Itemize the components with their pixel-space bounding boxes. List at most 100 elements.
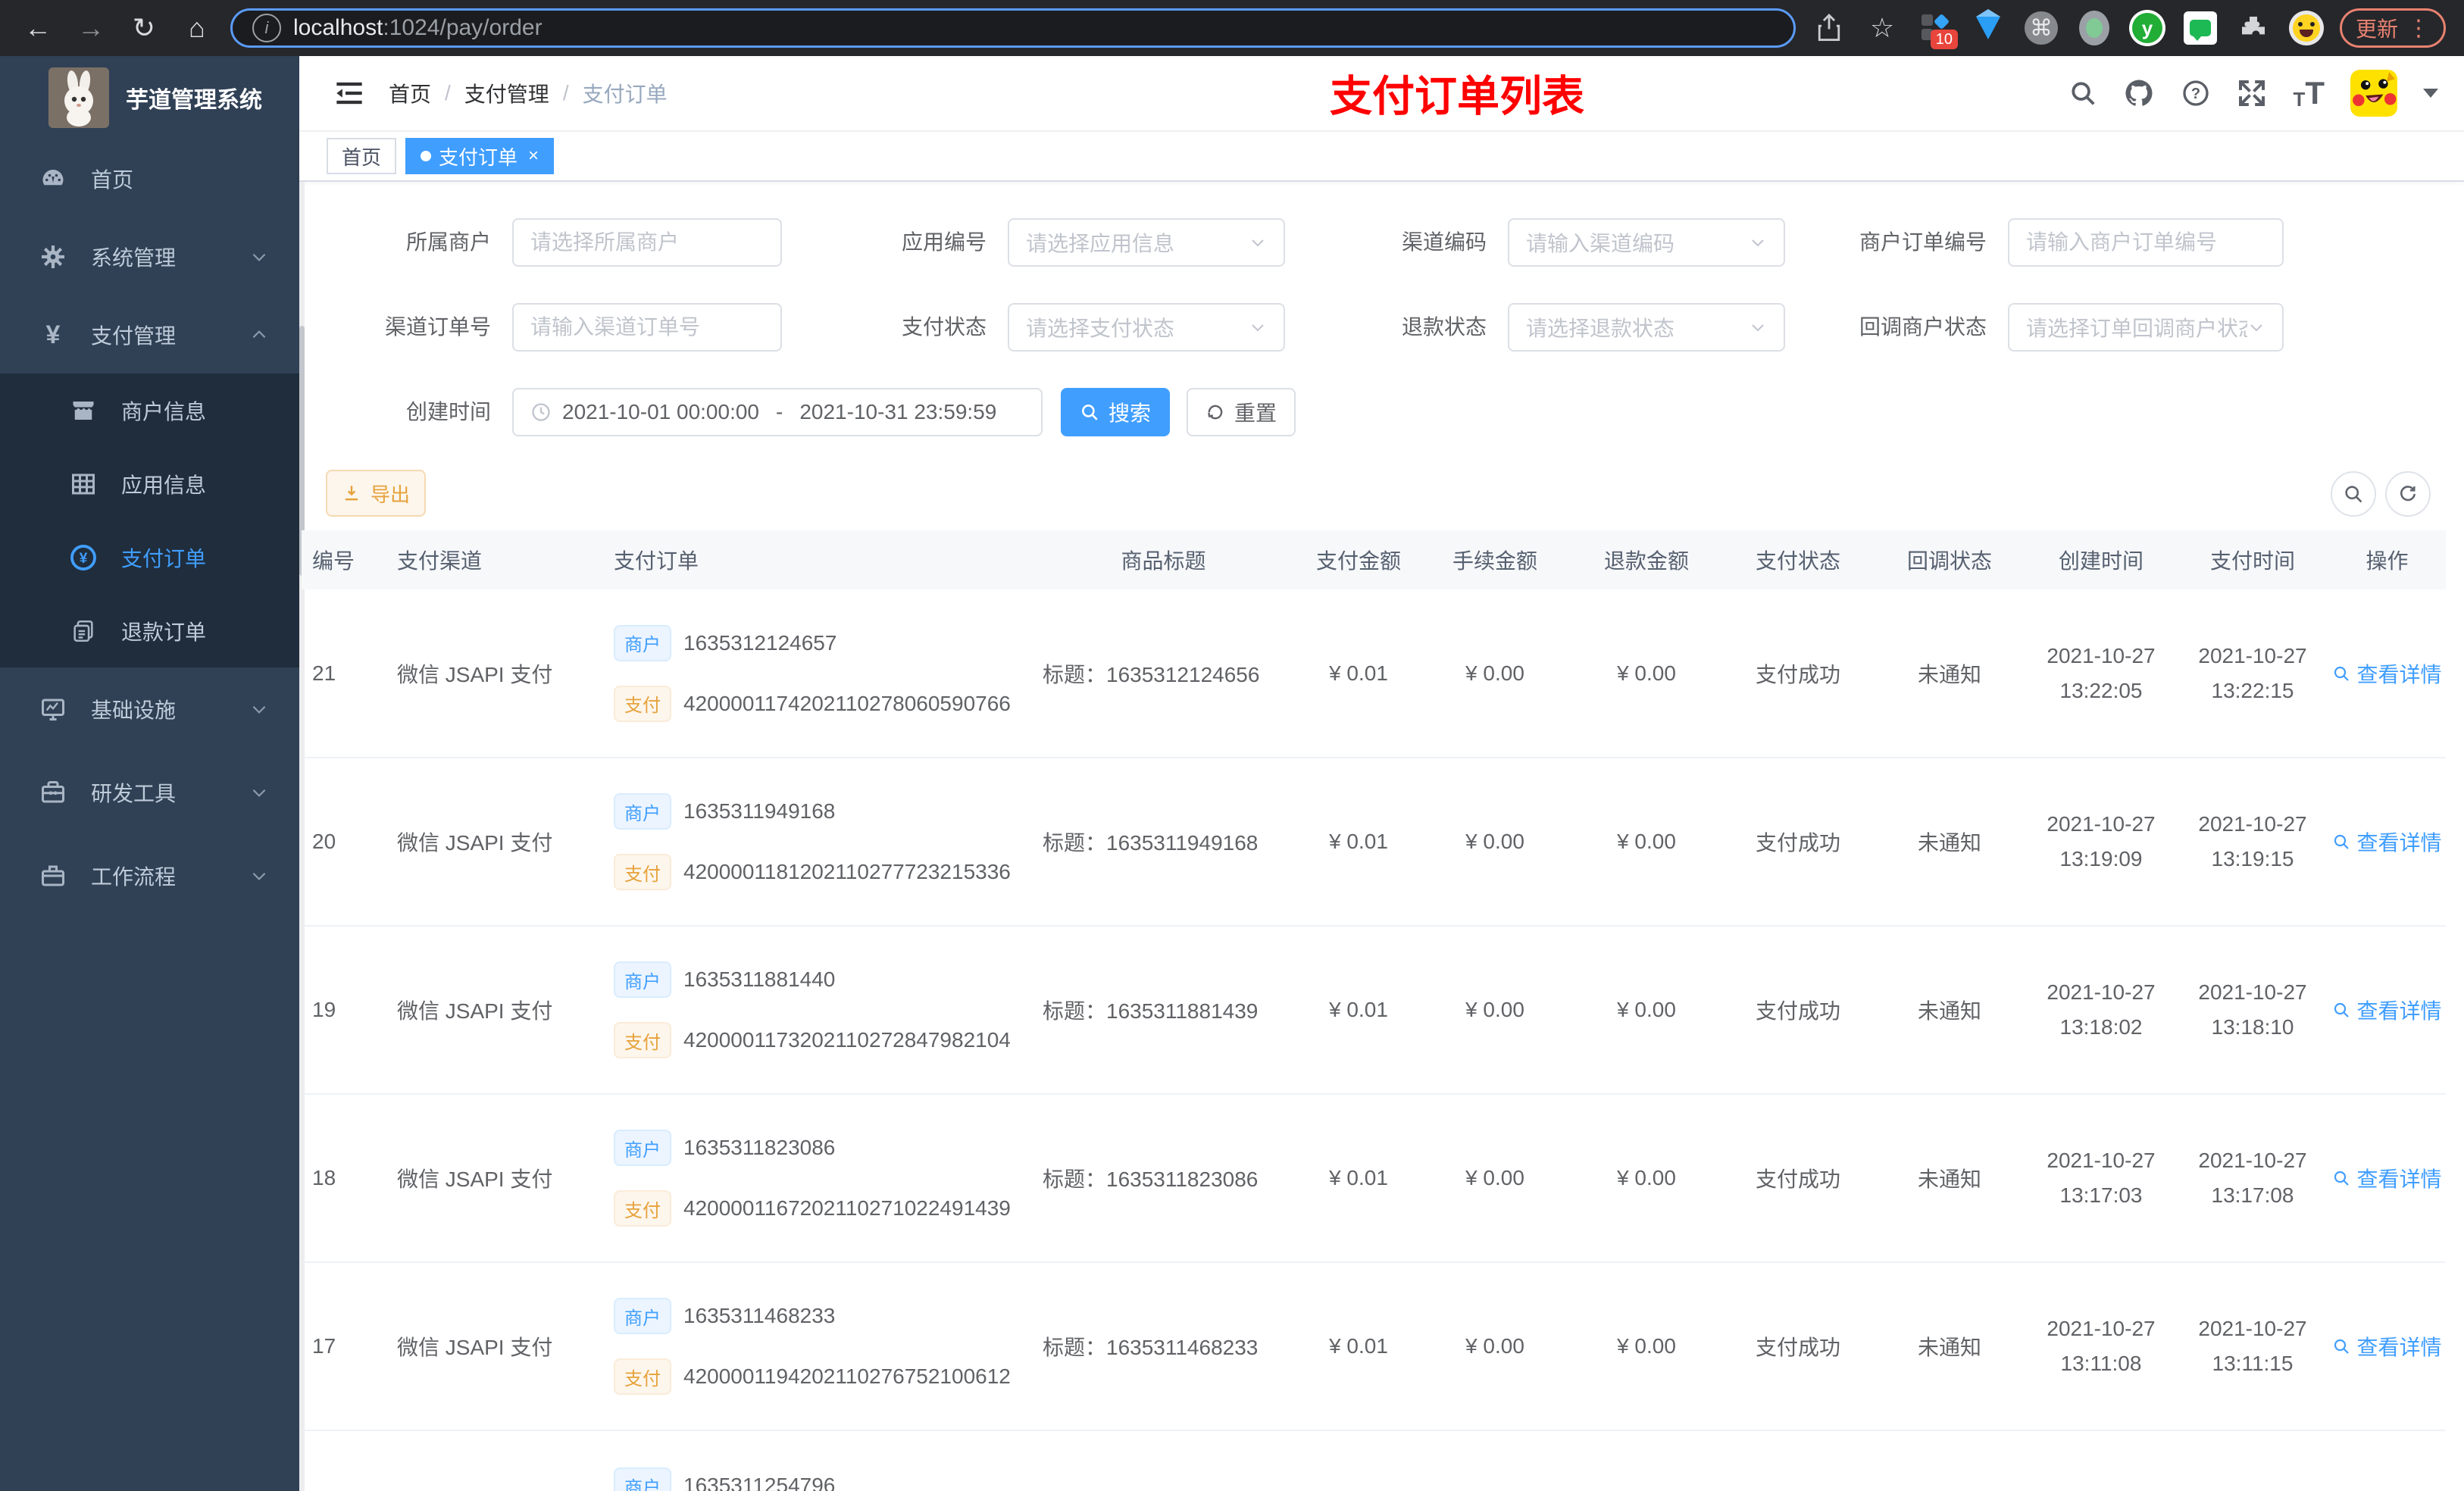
- browser-back-button[interactable]: ←: [18, 8, 58, 48]
- close-icon[interactable]: ×: [528, 145, 539, 167]
- reset-button[interactable]: 重置: [1187, 388, 1296, 436]
- pay-status-text: 支付成功: [1755, 1336, 1840, 1359]
- github-icon[interactable]: [2123, 77, 2155, 109]
- yen-circle-icon: ¥: [67, 543, 100, 572]
- chevron-down-icon: [1249, 318, 1267, 336]
- create-time-range-picker[interactable]: 2021-10-01 00:00:00 - 2021-10-31 23:59:5…: [512, 388, 1043, 436]
- export-button[interactable]: 导出: [326, 470, 426, 517]
- search-button[interactable]: 搜索: [1061, 388, 1170, 436]
- col-header-callback-status: 回调状态: [1874, 530, 2025, 589]
- view-detail-link[interactable]: 查看详情: [2332, 1163, 2442, 1193]
- table-row: 20 微信 JSAPI 支付 商户 1635311949168 支付 4200001…: [302, 758, 2446, 926]
- url-host: localhost: [293, 15, 383, 40]
- app-title: 芋道管理系统: [126, 88, 262, 113]
- shop-icon: [67, 397, 100, 424]
- extension-command-icon[interactable]: ⌘: [2022, 8, 2061, 48]
- sidebar-collapse-icon[interactable]: [327, 70, 372, 116]
- document-icon: [67, 618, 100, 644]
- chevron-down-icon: [1749, 233, 1767, 252]
- merchant-filter-input[interactable]: [512, 218, 782, 267]
- navbar-actions: ? TT: [2068, 56, 2438, 130]
- font-size-icon[interactable]: TT: [2293, 77, 2325, 110]
- merchant-tag: 商户: [614, 793, 671, 830]
- url-path: :1024/pay/order: [383, 15, 543, 40]
- pay-status-text: 支付成功: [1755, 831, 1840, 855]
- col-header-pay-order: 支付订单: [605, 530, 1029, 589]
- filter-label-channel-code: 渠道编码: [1401, 230, 1487, 254]
- logo-avatar: [48, 67, 109, 128]
- extension-grid-icon[interactable]: 10: [1915, 8, 1958, 49]
- pay-status-text: 支付成功: [1755, 1167, 1840, 1191]
- extension-gem-icon[interactable]: [1968, 8, 2008, 48]
- extension-recorder-icon[interactable]: [2075, 8, 2114, 48]
- app-logo: 芋道管理系统: [0, 56, 299, 139]
- browser-home-button[interactable]: ⌂: [177, 8, 217, 48]
- breadcrumb-home[interactable]: 首页: [389, 78, 431, 108]
- fullscreen-icon[interactable]: [2237, 78, 2267, 108]
- search-icon[interactable]: [2068, 79, 2097, 108]
- pay-status-select[interactable]: 请选择支付状态: [1008, 303, 1285, 352]
- view-detail-link[interactable]: 查看详情: [2332, 827, 2442, 857]
- sidebar-item-merchant-info[interactable]: 商户信息: [0, 374, 299, 447]
- extension-emoji-icon[interactable]: [2287, 8, 2326, 48]
- sidebar-item-pay[interactable]: ¥ 支付管理: [0, 295, 299, 374]
- sidebar-item-system[interactable]: 系统管理: [0, 217, 299, 295]
- table-row: 17 微信 JSAPI 支付 商户 1635311468233 支付 4200001…: [302, 1262, 2446, 1430]
- clock-icon: [530, 402, 552, 423]
- extension-chat-icon[interactable]: [2181, 8, 2220, 48]
- active-dot: [421, 151, 432, 161]
- view-detail-link[interactable]: 查看详情: [2332, 658, 2442, 689]
- tag-home[interactable]: 首页: [327, 138, 397, 174]
- sidebar-item-refund-order[interactable]: 退款订单: [0, 594, 299, 667]
- chevron-down-icon[interactable]: [2423, 89, 2438, 98]
- extensions-puzzle-icon[interactable]: [2234, 8, 2273, 48]
- bookmark-star-icon[interactable]: ☆: [1862, 8, 1902, 48]
- browser-update-button[interactable]: 更新 ⋮: [2339, 8, 2446, 48]
- callback-status-select[interactable]: 请选择订单回调商户状态: [2008, 303, 2284, 352]
- sidebar-item-home[interactable]: 首页: [0, 139, 299, 217]
- help-icon[interactable]: ?: [2181, 78, 2211, 108]
- breadcrumb-pay[interactable]: 支付管理: [464, 78, 549, 108]
- chevron-down-icon: [249, 699, 269, 719]
- share-icon[interactable]: [1809, 8, 1849, 48]
- col-header-pay-status: 支付状态: [1722, 530, 1874, 589]
- merchant-order-no-input[interactable]: [2008, 218, 2284, 267]
- breadcrumb: 首页 / 支付管理 / 支付订单: [389, 78, 668, 108]
- tag-pay-order[interactable]: 支付订单 ×: [405, 138, 555, 174]
- table-row-partial: 商户 1635311254796: [302, 1430, 2446, 1491]
- view-detail-link[interactable]: 查看详情: [2332, 995, 2442, 1025]
- pay-tag: 支付: [614, 685, 671, 722]
- browser-menu-icon[interactable]: ⋮: [2407, 15, 2430, 42]
- toggle-search-button[interactable]: [2331, 471, 2376, 517]
- callback-status-text: 未通知: [1917, 662, 1981, 686]
- callback-status-text: 未通知: [1917, 831, 1981, 855]
- sidebar-item-pay-order[interactable]: ¥ 支付订单: [0, 520, 299, 594]
- extension-badge: 10: [1930, 30, 1958, 49]
- channel-code-filter-select[interactable]: 请输入渠道编码: [1508, 218, 1785, 267]
- sidebar-item-infra[interactable]: 基础设施: [0, 667, 299, 751]
- col-header-channel: 支付渠道: [370, 530, 605, 589]
- view-detail-link[interactable]: 查看详情: [2332, 1331, 2442, 1361]
- pay-tag: 支付: [614, 1022, 671, 1058]
- user-avatar[interactable]: [2350, 70, 2397, 117]
- toolbox-icon: [36, 779, 70, 806]
- filter-label-merchant: 所属商户: [405, 230, 491, 254]
- app-filter-select[interactable]: 请选择应用信息: [1008, 218, 1285, 267]
- browser-reload-button[interactable]: ↻: [124, 8, 164, 48]
- top-navbar: 首页 / 支付管理 / 支付订单 支付订单列表 ? TT: [299, 56, 2464, 132]
- sidebar-item-workflow[interactable]: 工作流程: [0, 834, 299, 917]
- extension-y-icon[interactable]: y: [2128, 8, 2167, 48]
- refresh-button[interactable]: [2385, 471, 2431, 517]
- site-info-icon[interactable]: i: [252, 14, 281, 42]
- browser-forward-button[interactable]: →: [71, 8, 111, 48]
- refund-status-select[interactable]: 请选择退款状态: [1508, 303, 1785, 352]
- channel-order-no-input[interactable]: [512, 303, 782, 352]
- sidebar-item-devtools[interactable]: 研发工具: [0, 751, 299, 834]
- address-bar[interactable]: i localhost:1024/pay/order: [230, 8, 1796, 48]
- table-header-row: 编号 支付渠道 支付订单 商品标题 支付金额 手续金额 退款金额 支付状态 回调…: [302, 530, 2446, 589]
- sidebar-item-app-info[interactable]: 应用信息: [0, 447, 299, 520]
- sidebar: 芋道管理系统 首页 系统管理 ¥ 支付管理 商户信息 应用信息 ¥ 支付订单 退…: [0, 56, 299, 1491]
- grid-icon: [67, 470, 100, 498]
- col-header-title: 商品标题: [1029, 530, 1298, 589]
- merchant-tag: 商户: [614, 1298, 671, 1334]
